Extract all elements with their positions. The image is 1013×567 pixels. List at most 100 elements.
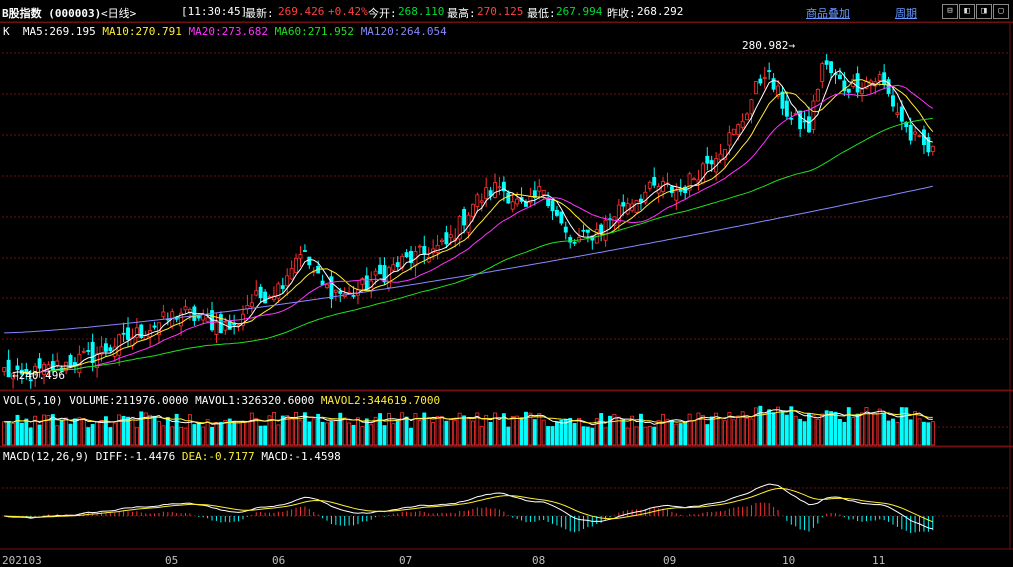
volume-bar <box>568 418 573 446</box>
candle-body <box>811 100 816 130</box>
volume-bar <box>528 412 533 446</box>
candle-body <box>913 131 918 135</box>
volume-bar <box>15 414 20 446</box>
volume-bar <box>860 412 864 446</box>
volume-bar <box>930 421 935 446</box>
macd-legend: MACD(12,26,9) DIFF:-1.4476 DEA:-0.7177 M… <box>3 450 341 463</box>
volume-bar <box>917 418 922 446</box>
candle-body <box>223 322 228 331</box>
candle-body <box>249 302 254 308</box>
candle-body <box>373 270 378 276</box>
volume-bar <box>316 413 321 446</box>
candle-body <box>749 99 754 115</box>
ma10-value: MA10:270.791 <box>102 25 182 38</box>
high-marker-value: 280.982 <box>742 39 789 52</box>
volume-bar <box>165 416 170 446</box>
volume-bar <box>271 411 276 446</box>
candle-body <box>493 182 497 198</box>
volume-bar <box>926 422 931 446</box>
candle-body <box>855 73 860 93</box>
candle-body <box>364 275 369 291</box>
candle-body <box>824 60 829 65</box>
volume-bar <box>298 420 303 446</box>
volume-bar <box>718 417 723 446</box>
volume-bar <box>338 412 343 446</box>
volume-bar <box>497 418 502 446</box>
volume-bar <box>541 419 546 446</box>
candle-body <box>325 284 329 288</box>
volume-bar <box>599 413 604 446</box>
ma-legend: K MA5:269.195 MA10:270.791 MA20:273.682 … <box>3 25 447 38</box>
candle-body <box>700 163 705 184</box>
diff-value: DIFF:-1.4476 <box>95 450 176 463</box>
volume-bar <box>837 419 842 446</box>
volume-bar <box>820 413 825 446</box>
low-marker-label: ←240.496 <box>12 369 65 382</box>
volume-bar <box>913 411 918 446</box>
volume-bar <box>170 426 175 446</box>
volume-bar <box>749 418 754 446</box>
volume-bar <box>802 421 807 446</box>
volume-bar <box>236 422 241 446</box>
ma60-value: MA60:271.952 <box>274 25 355 38</box>
candle-body <box>860 88 864 95</box>
volume-bar <box>811 414 816 446</box>
candle-body <box>161 311 166 318</box>
volume-bar <box>736 415 741 446</box>
x-label-07: 07 <box>399 554 413 567</box>
volume-bar <box>687 413 692 446</box>
volume-bar <box>705 424 710 446</box>
candle-body <box>908 124 913 141</box>
candle-body <box>6 359 11 378</box>
volume-bar <box>325 422 329 446</box>
candle-body <box>837 74 842 80</box>
volume-bar <box>227 418 232 446</box>
candle-body <box>214 321 219 335</box>
volume-bar <box>440 416 444 446</box>
volume-bar <box>462 415 467 446</box>
volume-bar <box>515 415 520 446</box>
candle-body <box>674 190 679 201</box>
candle-body <box>899 106 904 122</box>
volume-bar <box>55 425 60 446</box>
volume-bar <box>347 422 352 446</box>
volume-bar <box>868 412 873 446</box>
candle-body <box>440 239 444 243</box>
candle-body <box>121 332 126 335</box>
volume-bar <box>28 427 33 446</box>
x-label-06: 06 <box>272 554 286 567</box>
volume-bar <box>73 418 77 446</box>
candle-body <box>267 295 272 298</box>
volume-bar <box>139 411 144 446</box>
candle-body <box>280 285 285 289</box>
candle-body <box>479 200 484 203</box>
volume-bar <box>64 417 69 446</box>
volume-bar <box>789 406 794 446</box>
volume-bar <box>205 419 210 446</box>
chart-canvas[interactable] <box>0 0 1013 567</box>
candle-body <box>263 291 268 304</box>
candle-body <box>470 203 475 217</box>
volume-bar <box>395 420 400 446</box>
volume-bar <box>311 418 316 446</box>
volume-bar <box>333 420 338 446</box>
candle-body <box>484 187 489 199</box>
volume-bar <box>855 413 860 446</box>
candle-body <box>404 252 409 258</box>
volume-bar <box>572 423 577 446</box>
candle-body <box>753 81 758 95</box>
volume-bar <box>285 415 290 446</box>
candle-body <box>678 189 683 192</box>
candle-body <box>444 232 449 245</box>
candle-body <box>126 327 130 340</box>
volume-bar <box>807 413 811 446</box>
candle-body <box>475 194 480 207</box>
volume-bar <box>280 415 285 446</box>
candle-body <box>917 135 922 137</box>
candle-body <box>820 63 825 82</box>
volume-bar <box>824 410 829 446</box>
volume-bar <box>307 421 312 446</box>
volume-bar <box>24 418 29 446</box>
candle-body <box>740 120 745 128</box>
volume-value: VOLUME:211976.0000 <box>69 394 189 407</box>
